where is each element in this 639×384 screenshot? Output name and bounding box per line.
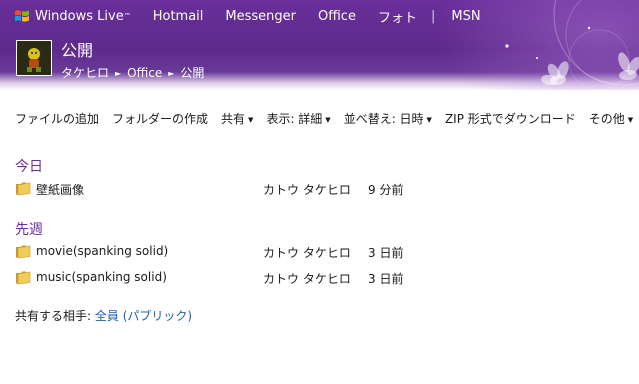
avatar-image-icon bbox=[17, 41, 51, 75]
toolbar: ファイルの追加 フォルダーの作成 共有 ▼ 表示: 詳細 ▼ 並べ替え: 日時 ▼ Z… bbox=[15, 110, 639, 127]
nav-separator: | bbox=[430, 8, 436, 24]
folder-title-block: 公開 タケヒロ ► Office ► 公開 bbox=[61, 40, 204, 81]
share-menu[interactable]: 共有 ▼ bbox=[221, 110, 253, 127]
file-owner: カトウ タケヒロ bbox=[263, 272, 351, 286]
header-banner: Windows Live ™ Hotmail Messenger Office フ… bbox=[0, 0, 639, 90]
breadcrumb-arrow-icon: ► bbox=[115, 69, 122, 78]
breadcrumb-user[interactable]: タケヒロ bbox=[61, 66, 109, 80]
breadcrumb-office[interactable]: Office bbox=[127, 66, 162, 80]
file-name[interactable]: movie(spanking solid) bbox=[36, 244, 168, 258]
folder-icon bbox=[16, 245, 31, 259]
view-menu[interactable]: 表示: 詳細 ▼ bbox=[266, 110, 330, 127]
nav-msn[interactable]: MSN bbox=[451, 9, 480, 24]
file-modified: 9 分前 bbox=[368, 183, 404, 197]
breadcrumb-arrow-icon: ► bbox=[168, 69, 175, 78]
folder-header: 公開 タケヒロ ► Office ► 公開 bbox=[16, 40, 204, 81]
sharing-info: 共有する相手: 全員 (パブリック) bbox=[15, 307, 192, 324]
brand-trademark: ™ bbox=[123, 12, 131, 20]
page-title: 公開 bbox=[61, 41, 94, 60]
file-owner: カトウ タケヒロ bbox=[263, 183, 351, 197]
chevron-down-icon: ▼ bbox=[627, 116, 634, 124]
zip-download-button[interactable]: ZIP 形式でダウンロード bbox=[445, 110, 576, 127]
list-item[interactable]: 壁紙画像 カトウ タケヒロ 9 分前 bbox=[15, 179, 615, 199]
folder-icon bbox=[16, 182, 31, 196]
sort-label: 並べ替え: 日時 bbox=[343, 112, 424, 126]
avatar[interactable] bbox=[16, 40, 52, 76]
share-label: 共有 bbox=[221, 112, 246, 126]
brand-text: Windows Live bbox=[35, 8, 124, 24]
sort-menu[interactable]: 並べ替え: 日時 ▼ bbox=[344, 110, 432, 127]
chevron-down-icon: ▼ bbox=[325, 116, 331, 124]
new-folder-button[interactable]: フォルダーの作成 bbox=[112, 110, 208, 127]
file-name[interactable]: music(spanking solid) bbox=[36, 270, 167, 284]
nav-messenger[interactable]: Messenger bbox=[225, 9, 296, 24]
sharing-label: 共有する相手: bbox=[15, 309, 92, 323]
list-item[interactable]: music(spanking solid) カトウ タケヒロ 3 日前 bbox=[15, 268, 615, 288]
section-title-today: 今日 bbox=[15, 159, 43, 175]
file-name[interactable]: 壁紙画像 bbox=[36, 181, 84, 198]
file-owner: カトウ タケヒロ bbox=[263, 246, 351, 260]
chevron-down-icon: ▼ bbox=[248, 116, 254, 124]
view-label: 表示: 詳細 bbox=[266, 112, 323, 126]
breadcrumb-current: 公開 bbox=[180, 66, 205, 80]
sharing-everyone-link[interactable]: 全員 (パブリック) bbox=[95, 309, 192, 323]
add-files-button[interactable]: ファイルの追加 bbox=[15, 110, 99, 127]
chevron-down-icon: ▼ bbox=[426, 116, 432, 124]
folder-icon bbox=[16, 271, 31, 285]
file-modified: 3 日前 bbox=[368, 246, 404, 260]
nav-photos[interactable]: フォト bbox=[378, 7, 417, 26]
more-menu[interactable]: その他 ▼ bbox=[589, 110, 633, 127]
windows-flag-icon bbox=[15, 10, 29, 22]
section-title-last-week: 先週 bbox=[15, 222, 43, 238]
nav-office[interactable]: Office bbox=[318, 9, 356, 24]
more-label: その他 bbox=[588, 112, 625, 126]
nav-hotmail[interactable]: Hotmail bbox=[153, 9, 204, 24]
file-modified: 3 日前 bbox=[368, 272, 404, 286]
breadcrumb: タケヒロ ► Office ► 公開 bbox=[61, 64, 204, 81]
windows-live-brand[interactable]: Windows Live ™ bbox=[14, 8, 131, 24]
list-item[interactable]: movie(spanking solid) カトウ タケヒロ 3 日前 bbox=[15, 242, 615, 262]
top-navigation: Windows Live ™ Hotmail Messenger Office フ… bbox=[14, 6, 503, 26]
